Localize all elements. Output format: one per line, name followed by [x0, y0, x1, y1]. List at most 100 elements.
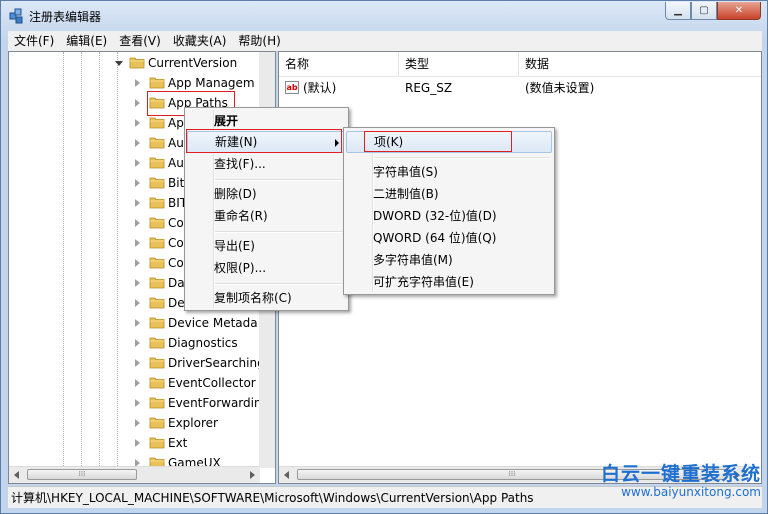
expand-arrow-icon[interactable]: [135, 299, 140, 307]
tree-item[interactable]: Device Metada: [9, 313, 259, 333]
menu-item-copy-key-name[interactable]: 复制项名称(C): [187, 287, 346, 309]
expand-arrow-icon[interactable]: [135, 99, 140, 107]
expand-arrow-icon[interactable]: [135, 79, 140, 87]
tree-item[interactable]: Ext: [9, 433, 259, 453]
menu-item-rename[interactable]: 重命名(R): [187, 205, 346, 227]
tree-item-label: Diagnostics: [168, 336, 238, 350]
tree-horizontal-scrollbar[interactable]: ⁞⁞⁞: [9, 466, 260, 483]
submenu-item-qword-value[interactable]: QWORD (64 位)值(Q): [346, 227, 552, 249]
tree-item-label: Device Metada: [168, 316, 258, 330]
folder-icon: [149, 316, 165, 329]
tree-item-label: De: [168, 296, 185, 310]
menu-item-expand[interactable]: 展开: [187, 110, 346, 132]
tree-item[interactable]: EventForwardin: [9, 393, 262, 413]
tree-item-label: EventCollector: [168, 376, 256, 390]
value-name: (默认): [303, 81, 337, 95]
close-icon: ✕: [734, 5, 744, 16]
expand-arrow-icon[interactable]: [135, 159, 140, 167]
menu-item-permissions[interactable]: 权限(P)...: [187, 257, 346, 279]
maximize-icon: ▢: [699, 5, 709, 16]
expand-arrow-icon[interactable]: [135, 199, 140, 207]
menu-favorites[interactable]: 收藏夹(A): [167, 31, 233, 51]
value-data: (数值未设置): [525, 81, 595, 95]
new-submenu: 项(K) 字符串值(S) 二进制值(B) DWORD (32-位)值(D) QW…: [343, 127, 555, 295]
close-button[interactable]: ✕: [717, 2, 761, 20]
tree-item-parent[interactable]: CurrentVersion: [9, 53, 259, 73]
tree-item[interactable]: Diagnostics: [9, 333, 259, 353]
menu-help[interactable]: 帮助(H): [232, 31, 286, 51]
expand-arrow-icon[interactable]: [135, 179, 140, 187]
folder-icon: [149, 396, 165, 409]
tree-item-label: Co: [168, 216, 184, 230]
folder-icon: [149, 256, 165, 269]
scroll-left-icon[interactable]: [14, 471, 19, 479]
table-row[interactable]: ab (默认) REG_SZ (数值未设置): [279, 78, 761, 98]
folder-icon: [149, 416, 165, 429]
folder-icon: [149, 76, 165, 89]
folder-icon: [149, 436, 165, 449]
menu-edit[interactable]: 编辑(E): [60, 31, 113, 51]
regedit-app-icon: [9, 8, 23, 24]
minimize-button[interactable]: ▁: [665, 2, 691, 20]
tree-item-label: Ext: [168, 436, 188, 450]
column-type[interactable]: 类型: [399, 52, 519, 76]
tree-item-label: Co: [168, 236, 184, 250]
expand-arrow-icon[interactable]: [135, 419, 140, 427]
menu-item-find[interactable]: 查找(F)...: [187, 153, 346, 175]
menu-file[interactable]: 文件(F): [8, 31, 60, 51]
expand-arrow-icon[interactable]: [135, 359, 140, 367]
maximize-button[interactable]: ▢: [691, 2, 717, 20]
expand-arrow-icon[interactable]: [135, 219, 140, 227]
expand-arrow-icon[interactable]: [135, 279, 140, 287]
menu-item-new-label: 新建(N): [215, 135, 258, 149]
scroll-thumb[interactable]: ⁞⁞⁞: [27, 469, 137, 480]
tree-item-label: CurrentVersion: [148, 56, 238, 70]
submenu-item-key[interactable]: 项(K): [346, 131, 552, 153]
menu-view[interactable]: 查看(V): [113, 31, 167, 51]
expand-arrow-icon[interactable]: [135, 239, 140, 247]
submenu-item-multi-string-value[interactable]: 多字符串值(M): [346, 249, 552, 271]
menu-separator: [215, 283, 344, 285]
menu-item-delete[interactable]: 删除(D): [187, 183, 346, 205]
folder-icon: [149, 116, 165, 129]
menu-item-new[interactable]: 新建(N): [187, 131, 346, 153]
scroll-right-icon[interactable]: [250, 471, 255, 479]
menu-separator: [374, 157, 550, 159]
submenu-item-string-value[interactable]: 字符串值(S): [346, 161, 552, 183]
folder-icon: [149, 96, 165, 109]
folder-icon: [149, 356, 165, 369]
folder-icon: [149, 236, 165, 249]
scroll-left-icon[interactable]: [284, 471, 289, 479]
column-name[interactable]: 名称: [279, 52, 399, 76]
minimize-icon: ▁: [674, 5, 682, 16]
watermark-title: 白云一键重装系统: [600, 463, 761, 485]
folder-icon: [149, 296, 165, 309]
tree-item[interactable]: DriverSearching: [9, 353, 265, 373]
expand-arrow-icon[interactable]: [135, 399, 140, 407]
expand-arrow-icon[interactable]: [135, 139, 140, 147]
tree-item[interactable]: App Managem: [9, 73, 259, 93]
collapse-arrow-icon[interactable]: [115, 61, 123, 66]
expand-arrow-icon[interactable]: [135, 439, 140, 447]
title-bar[interactable]: 注册表编辑器 ▁ ▢ ✕: [1, 1, 767, 31]
folder-icon: [149, 136, 165, 149]
expand-arrow-icon[interactable]: [135, 119, 140, 127]
column-data[interactable]: 数据: [519, 52, 739, 76]
expand-arrow-icon[interactable]: [135, 379, 140, 387]
tree-item[interactable]: Explorer: [9, 413, 259, 433]
expand-arrow-icon[interactable]: [135, 339, 140, 347]
menu-separator: [215, 179, 344, 181]
tree-item-label: Au: [168, 136, 184, 150]
folder-icon: [149, 176, 165, 189]
tree-item[interactable]: EventCollector: [9, 373, 259, 393]
submenu-item-dword-value[interactable]: DWORD (32-位)值(D): [346, 205, 552, 227]
submenu-item-binary-value[interactable]: 二进制值(B): [346, 183, 552, 205]
menu-item-export[interactable]: 导出(E): [187, 235, 346, 257]
expand-arrow-icon[interactable]: [135, 319, 140, 327]
expand-arrow-icon[interactable]: [135, 259, 140, 267]
submenu-item-expandable-string-value[interactable]: 可扩充字符串值(E): [346, 271, 552, 293]
window-title: 注册表编辑器: [29, 10, 102, 24]
folder-icon: [149, 276, 165, 289]
tree-item-label: Da: [168, 276, 185, 290]
submenu-arrow-icon: [335, 139, 339, 147]
